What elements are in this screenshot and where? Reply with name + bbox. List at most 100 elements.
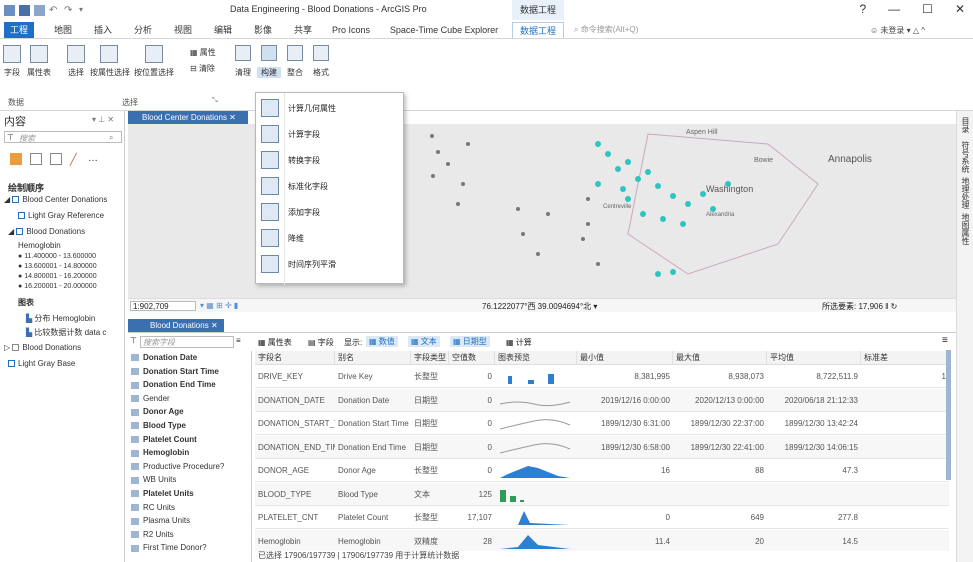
col-header-field-name[interactable]: 字段名 [255,351,335,365]
data-source-icon[interactable] [30,153,42,165]
menu-calculate-geometry[interactable]: 计算几何属性 [256,95,403,121]
layer-light-gray-base[interactable]: Light Gray Base [8,359,75,368]
geoprocessing-tab[interactable]: 地理处理 [960,177,971,209]
field-list-item[interactable]: Platelet Count [131,435,197,444]
customize-icon[interactable]: ▾ [79,5,90,16]
construct-button[interactable]: 构建 [257,67,281,78]
field-list-item[interactable]: RC Units [131,503,175,512]
table-row[interactable]: PLATELET_CNT Platelet Count 长整型 17,107 0 649 2… [255,506,949,529]
clean-icon[interactable] [235,45,251,61]
clear-button[interactable]: ⊟ 清除 [190,63,224,74]
menu-reduce-dimensions[interactable]: 降维 [256,225,403,251]
table-tab[interactable]: Blood Donations ✕ [128,319,224,332]
map-tab[interactable]: Blood Center Donations ✕ [128,111,248,124]
tab-insert[interactable]: 插入 [88,22,118,38]
drawing-order-icon[interactable] [10,153,22,165]
coordinate-readout[interactable]: 76.1222077°西 39.0094694°北 ▾ [482,301,597,312]
minimize-button[interactable]: — [888,2,900,16]
tab-edit[interactable]: 编辑 [208,22,238,38]
field-list-item[interactable]: Blood Type [131,421,186,430]
light-gray-reference-checkbox[interactable] [18,212,25,220]
clean-button[interactable]: 清理 [230,67,256,78]
field-list-item[interactable]: Hemoglobin [131,448,189,457]
tab-share[interactable]: 共享 [288,22,318,38]
open-project-icon[interactable] [4,4,15,16]
catalog-tab[interactable]: 目录 [960,117,971,133]
tab-view[interactable]: 视图 [168,22,198,38]
undo-icon[interactable]: ↶ [49,5,60,16]
selection-icon[interactable] [50,153,62,165]
user-signin[interactable]: ☺ 未登录 ▾ △ ^ [870,25,925,36]
menu-add-field[interactable]: 添加字段 [256,199,403,225]
tab-pro-icons[interactable]: Pro Icons [326,22,376,38]
table-row[interactable]: DONATION_START_TIMEDonation Start Time 日期… [255,412,949,435]
select-button[interactable]: 选择 [62,67,90,78]
dialog-launcher-icon[interactable]: ⤡ [212,97,218,105]
col-header-max[interactable]: 最大值 [673,351,767,365]
grid-scrollbar[interactable] [946,350,951,480]
col-header-nulls[interactable]: 空值数 [449,351,495,365]
menu-time-series-smooth[interactable]: 时间序列平滑 [256,251,403,277]
fields-icon[interactable] [3,45,21,63]
toolbar-text[interactable]: ▦ 文本 [408,336,440,347]
close-icon[interactable]: ✕ [227,113,236,122]
toolbar-fields[interactable]: ▤ 字段 [308,337,334,348]
tab-space-time-cube[interactable]: Space-Time Cube Explorer [384,22,504,38]
format-icon[interactable] [313,45,329,61]
construct-icon[interactable] [261,45,277,61]
blood-donations-checkbox[interactable] [16,228,24,236]
toolbar-attribute-table[interactable]: ▦ 属性表 [258,337,292,348]
toolbar-calculate[interactable]: ▦ 计算 [506,337,532,348]
contents-search[interactable]: ⊤ 搜索 ⌕ [4,131,122,143]
command-search[interactable]: ⌕ 命令搜索(Alt+Q) [574,24,774,37]
maximize-button[interactable]: ☐ [922,2,933,16]
tab-imagery[interactable]: 影像 [248,22,278,38]
table-row[interactable]: Hemoglobin Hemoglobin 双精度 28 11.4 20 14.5 [255,529,949,551]
tab-data-engineering[interactable]: 数据工程 [512,22,564,38]
selected-features[interactable]: 所选要素: 17,906 ‖ ↻ [822,301,897,312]
col-header-mean[interactable]: 平均值 [767,351,861,365]
tab-map[interactable]: 地图 [48,22,78,38]
chart-item-distribution[interactable]: ▙ 分布 Hemoglobin [26,313,95,324]
chart-item-compare[interactable]: ▙ 比较数据计数 data c [26,327,106,338]
menu-transform-field[interactable]: 转换字段 [256,147,403,173]
col-header-alias[interactable]: 别名 [335,351,411,365]
select-by-location-button[interactable]: 按位置选择 [132,67,176,78]
table-row[interactable]: DONATION_END_TIMEDonation End Time 日期型 0 18… [255,435,949,459]
toolbar-numeric[interactable]: ▦ 数值 [366,336,398,347]
field-list-item[interactable]: Donation Start Time [131,367,219,376]
menu-icon[interactable]: ≡ [942,335,948,346]
format-button[interactable]: 格式 [309,67,333,78]
scale-selector[interactable]: 1:902,709 [130,301,196,311]
layer-light-gray-reference[interactable]: Light Gray Reference [18,211,104,220]
redo-icon[interactable]: ↷ [64,5,75,16]
new-icon[interactable] [34,4,45,16]
layer-blood-donations-2[interactable]: ▷ Blood Donations [4,343,81,352]
col-header-std[interactable]: 标准差 [861,351,949,365]
tab-project[interactable]: 工程 [4,22,34,38]
field-search-input[interactable]: 搜索字段 [140,336,234,348]
table-row[interactable]: BLOOD_TYPE Blood Type 文本 125 [255,482,949,506]
field-list-item[interactable]: Gender [131,394,170,403]
map-node[interactable]: ◢ Blood Center Donations [4,195,107,204]
menu-icon[interactable]: ≡ [236,336,241,345]
tab-analysis[interactable]: 分析 [128,22,158,38]
attributes-button[interactable]: ▦ 属性 [190,47,224,58]
editing-icon[interactable]: ╱ [70,153,77,166]
light-gray-base-checkbox[interactable] [8,360,15,368]
filter-icon[interactable]: ⊤ [130,336,137,345]
field-list-item[interactable]: Donor Age [131,407,184,416]
map-view[interactable]: Aspen Hill Bowie Annapolis Washington Al… [128,124,956,298]
field-list-item[interactable]: Donation Date [131,353,197,362]
save-icon[interactable] [19,4,30,16]
select-by-attributes-button[interactable]: 按属性选择 [89,67,131,78]
map-tools-icon[interactable]: ▾ ▦ ⊞ ✛ ▮ [200,301,238,310]
symbology-tab[interactable]: 符号系统 [960,141,971,173]
field-list-item[interactable]: Platelet Units [131,489,194,498]
col-header-type[interactable]: 字段类型 [411,351,449,365]
layer-blood-donations[interactable]: ◢ Blood Donations [8,227,85,236]
attribute-table-button[interactable]: 属性表 [24,67,54,78]
map-properties-tab[interactable]: 地图属性 [960,213,971,245]
close-button[interactable]: ✕ [955,2,965,16]
toolbar-date[interactable]: ▦ 日期型 [450,336,490,347]
